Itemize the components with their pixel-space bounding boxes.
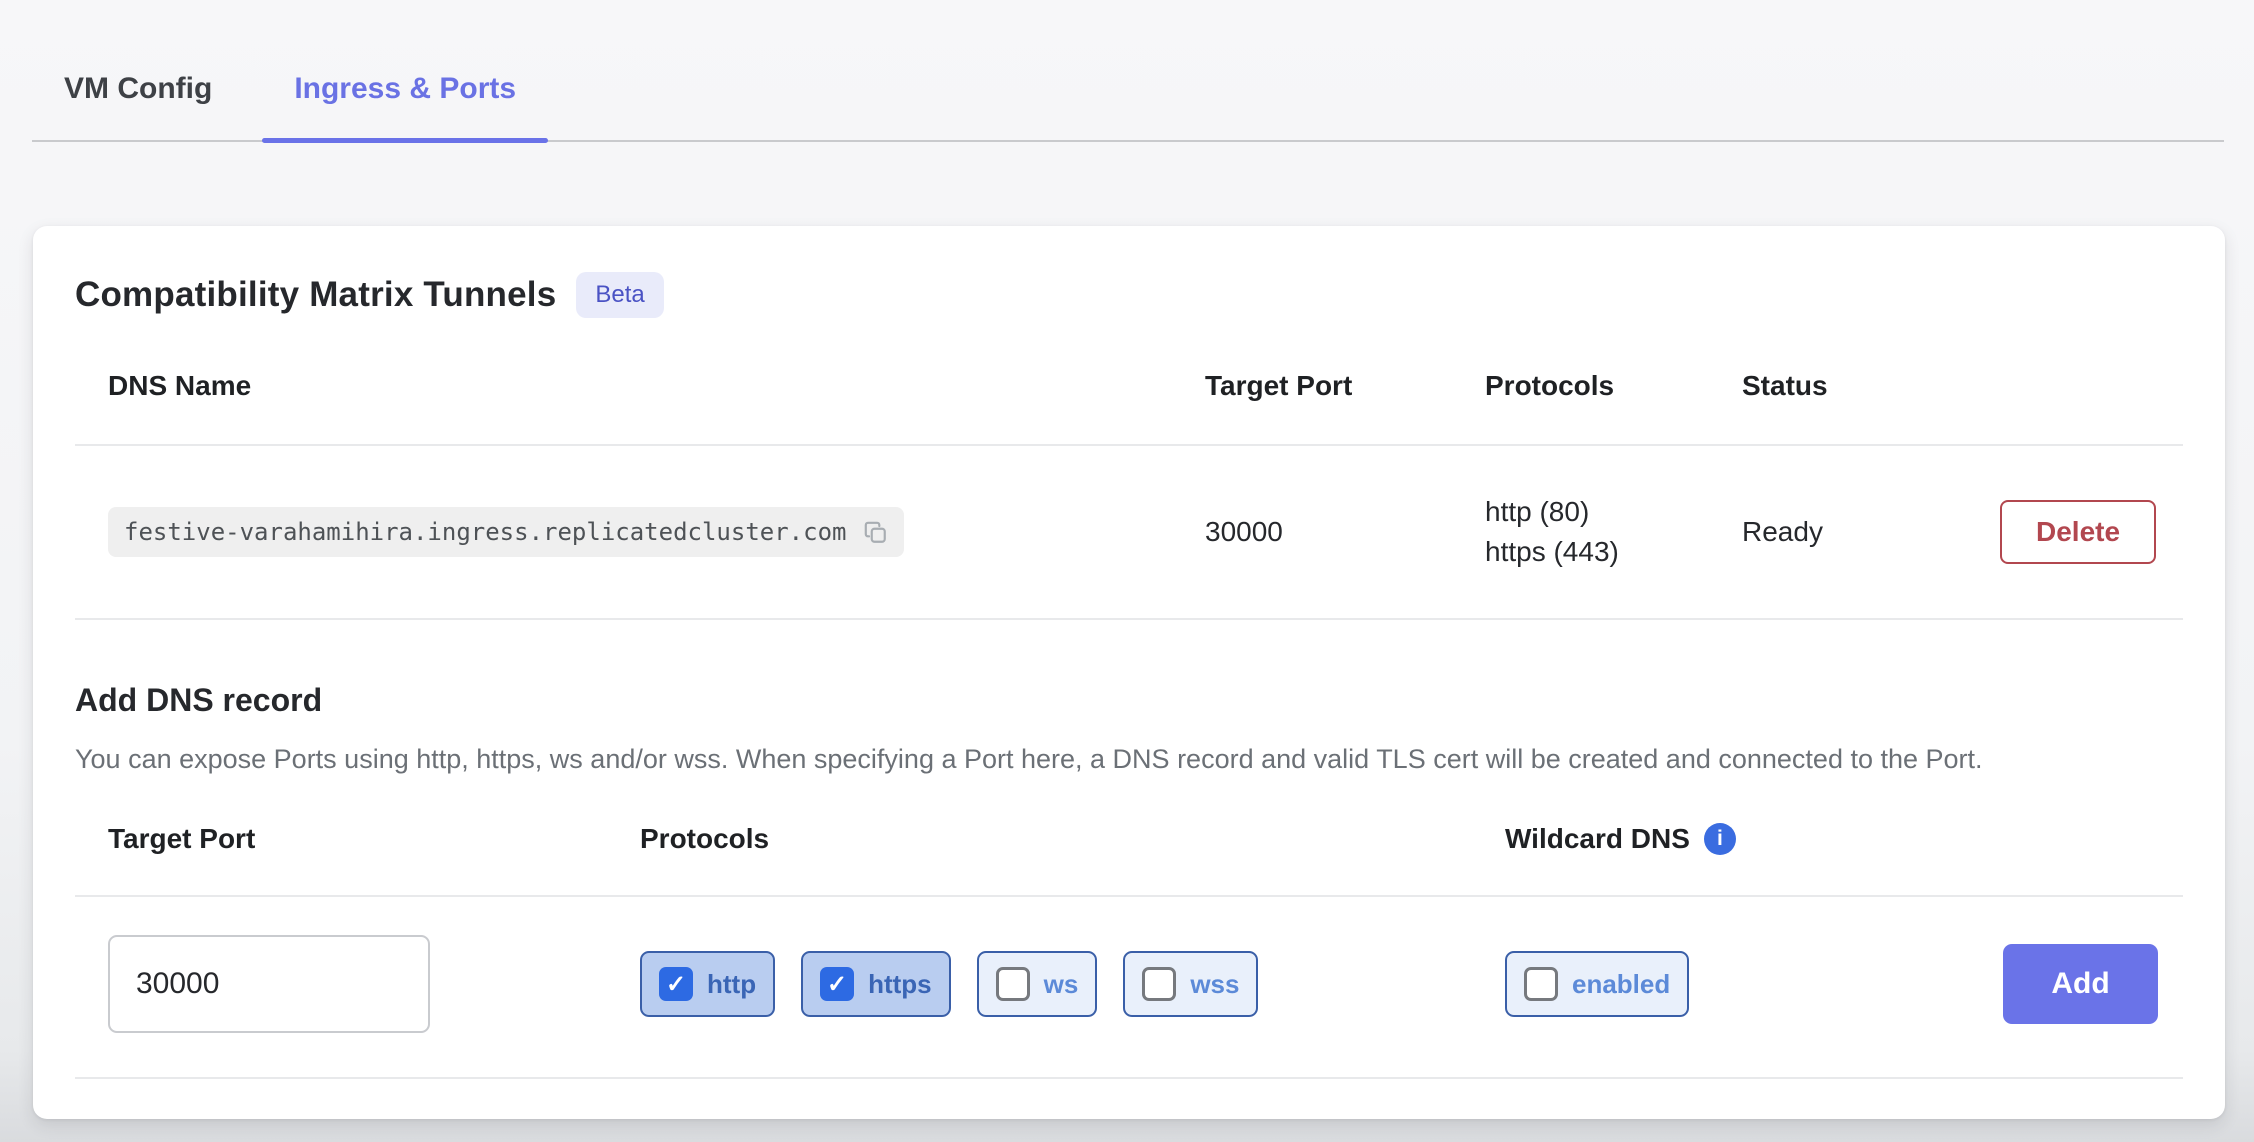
protocol-checkbox-wss[interactable]: wss <box>1123 951 1258 1017</box>
tab-ingress-ports[interactable]: Ingress & Ports <box>262 0 548 140</box>
copy-icon[interactable] <box>862 519 888 545</box>
protocol-checkbox-http[interactable]: ✓ http <box>640 951 775 1017</box>
add-dns-form-header: Target Port Protocols Wildcard DNS i <box>75 823 2183 897</box>
checkbox-unchecked-icon <box>996 967 1030 1001</box>
checkbox-unchecked-icon <box>1142 967 1176 1001</box>
add-dns-description: You can expose Ports using http, https, … <box>75 739 2183 779</box>
row-target-port: 30000 <box>1205 516 1485 548</box>
col-header-target-port: Target Port <box>1205 370 1485 402</box>
card-title-row: Compatibility Matrix Tunnels Beta <box>75 272 2183 318</box>
add-button[interactable]: Add <box>2003 944 2158 1024</box>
tab-vm-config[interactable]: VM Config <box>32 0 244 140</box>
checkbox-checked-icon: ✓ <box>820 967 854 1001</box>
col-header-status: Status <box>1742 370 2000 402</box>
protocol-checkbox-https[interactable]: ✓ https <box>801 951 951 1017</box>
protocol-label: http <box>707 969 756 1000</box>
col-header-protocols: Protocols <box>1485 370 1742 402</box>
wildcard-enabled-checkbox[interactable]: enabled <box>1505 951 1689 1017</box>
checkbox-checked-icon: ✓ <box>659 967 693 1001</box>
label-protocols: Protocols <box>640 823 1505 855</box>
target-port-input[interactable] <box>108 935 430 1033</box>
wildcard-label: enabled <box>1572 969 1670 1000</box>
bottom-divider <box>75 1077 2183 1079</box>
dns-name-value: festive-varahamihira.ingress.replicatedc… <box>124 518 846 546</box>
row-protocol-https: https (443) <box>1485 532 1742 572</box>
info-icon[interactable]: i <box>1704 823 1736 855</box>
protocol-options: ✓ http ✓ https ws wss <box>640 951 1505 1017</box>
tunnels-table-header: DNS Name Target Port Protocols Status <box>75 370 2183 446</box>
add-dns-form-row: ✓ http ✓ https ws wss enabled Add <box>75 897 2183 1033</box>
tunnels-card: Compatibility Matrix Tunnels Beta DNS Na… <box>33 226 2225 1119</box>
label-wildcard-dns: Wildcard DNS <box>1505 823 1690 855</box>
checkbox-unchecked-icon <box>1524 967 1558 1001</box>
protocol-label: wss <box>1190 969 1239 1000</box>
beta-badge: Beta <box>576 272 663 318</box>
delete-button[interactable]: Delete <box>2000 500 2156 564</box>
row-protocol-http: http (80) <box>1485 492 1742 532</box>
protocol-checkbox-ws[interactable]: ws <box>977 951 1098 1017</box>
protocol-label: https <box>868 969 932 1000</box>
protocol-label: ws <box>1044 969 1079 1000</box>
tab-bar: VM Config Ingress & Ports <box>32 0 2224 142</box>
add-dns-title: Add DNS record <box>75 682 2183 719</box>
col-header-dns-name: DNS Name <box>75 370 1205 402</box>
row-protocols: http (80) https (443) <box>1485 492 1742 572</box>
status-badge: Ready <box>1742 516 2000 548</box>
label-target-port: Target Port <box>75 823 640 855</box>
dns-name-pill: festive-varahamihira.ingress.replicatedc… <box>108 507 904 557</box>
page-title: Compatibility Matrix Tunnels <box>75 275 556 315</box>
table-row: festive-varahamihira.ingress.replicatedc… <box>75 446 2183 620</box>
